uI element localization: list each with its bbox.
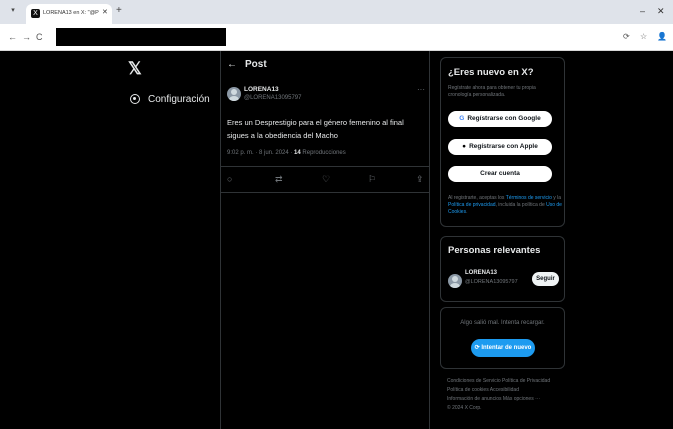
- right-sidebar: ¿Eres nuevo en X? Regístrate ahora para …: [440, 51, 673, 429]
- signup-apple-button[interactable]: ● Regístrarse con Apple: [448, 139, 552, 155]
- footer-line[interactable]: Política de cookies Accesibilidad: [447, 386, 563, 395]
- browser-tab[interactable]: X LORENA13 en X: "@PRamirez- ✕: [26, 4, 112, 24]
- divider: [221, 192, 429, 193]
- retry-label: Intentar de nuevo: [481, 345, 532, 351]
- address-bar-row: ← → C ⟳ ☆ 👤: [0, 24, 673, 51]
- signup-card: ¿Eres nuevo en X? Regístrate ahora para …: [440, 57, 565, 227]
- google-icon: G: [459, 115, 465, 122]
- share-icon[interactable]: ⇪: [416, 174, 424, 184]
- post-meta: 9:02 p. m. · 8 jun. 2024 · 14 Reproducci…: [227, 150, 346, 156]
- post-header: ← Post: [221, 59, 429, 73]
- author-name[interactable]: LORENA13: [244, 86, 279, 93]
- author-handle[interactable]: @LORENA13095797: [244, 95, 301, 101]
- like-icon[interactable]: ♡: [322, 174, 330, 184]
- terms-text: .: [466, 209, 468, 215]
- bookmark-star-icon[interactable]: ☆: [640, 32, 647, 42]
- x-favicon-icon: X: [31, 9, 40, 18]
- gear-icon: [130, 94, 140, 104]
- retry-button[interactable]: ⟳ Intentar de nuevo: [471, 339, 535, 357]
- footer-links: Condiciones de Servicio Política de Priv…: [447, 377, 563, 413]
- apple-icon: ●: [462, 143, 467, 150]
- copyright: © 2024 X Corp.: [447, 405, 482, 411]
- signup-terms: Al registrarte, aceptas los Términos de …: [448, 195, 562, 216]
- tab-close-icon[interactable]: ✕: [102, 8, 108, 18]
- browser-tab-bar: ▾ X LORENA13 en X: "@PRamirez- ✕ + – ✕: [0, 0, 673, 24]
- create-account-button[interactable]: Crear cuenta: [448, 166, 552, 182]
- window-close-button[interactable]: ✕: [657, 6, 665, 16]
- post-actions: ○ ⇄ ♡ ⚐ ⇪: [221, 170, 429, 188]
- repost-icon[interactable]: ⇄: [275, 174, 283, 184]
- nav-item-label: Configuración: [148, 93, 210, 105]
- views-count: 14: [294, 150, 301, 156]
- reload-button[interactable]: C: [36, 32, 43, 42]
- error-message: Algo salió mal. Intenta recargar.: [460, 320, 545, 326]
- post-text: Eres un Desprestigio para el género feme…: [227, 118, 404, 140]
- nav-item-configuracion[interactable]: Configuración: [130, 92, 210, 106]
- avatar[interactable]: [227, 87, 241, 101]
- divider: [221, 166, 429, 167]
- terms-text: , incluida la política de: [495, 202, 547, 208]
- bookmark-icon[interactable]: ⚐: [368, 174, 376, 184]
- tab-search-icon[interactable]: ▾: [8, 6, 18, 16]
- reply-icon[interactable]: ○: [227, 174, 232, 184]
- new-tab-button[interactable]: +: [116, 6, 122, 16]
- views-label: Reproducciones: [300, 150, 346, 156]
- terms-text: y la: [551, 195, 562, 201]
- x-logo-icon[interactable]: 𝕏: [128, 59, 142, 79]
- profile-icon[interactable]: 👤: [657, 32, 667, 42]
- signup-subtitle: Regístrate ahora para obtener tu propia …: [448, 85, 536, 98]
- footer-line[interactable]: Información de anuncios Más opciones ···: [447, 395, 563, 404]
- url-input-redacted[interactable]: [56, 28, 226, 46]
- left-nav: 𝕏 Configuración: [0, 51, 220, 429]
- post-timestamp[interactable]: 9:02 p. m. · 8 jun. 2024 ·: [227, 150, 294, 156]
- privacy-link[interactable]: Política de privacidad: [448, 202, 496, 208]
- minimize-button[interactable]: –: [640, 6, 645, 16]
- error-card: Algo salió mal. Intenta recargar. ⟳ Inte…: [440, 307, 565, 369]
- terms-link[interactable]: Términos de servicio: [506, 195, 552, 201]
- terms-text: Al registrarte, aceptas los: [448, 195, 506, 201]
- more-options-icon[interactable]: ···: [417, 85, 425, 94]
- google-button-label: Regístrarse con Google: [467, 115, 541, 122]
- post-column: ← Post LORENA13 @LORENA13095797 ··· Eres…: [220, 51, 430, 429]
- person-handle[interactable]: @LORENA13095797: [465, 279, 518, 285]
- follow-button[interactable]: Seguir: [532, 272, 559, 286]
- back-button[interactable]: ←: [8, 32, 17, 42]
- page-title: Post: [245, 59, 267, 70]
- people-title: Personas relevantes: [448, 245, 541, 256]
- back-arrow-icon[interactable]: ←: [227, 59, 237, 71]
- avatar[interactable]: [448, 274, 462, 288]
- tab-title: LORENA13 en X: "@PRamirez-: [43, 10, 99, 16]
- forward-button[interactable]: →: [22, 32, 31, 42]
- extension-icon[interactable]: ⟳: [623, 32, 630, 42]
- apple-button-label: Regístrarse con Apple: [469, 143, 538, 150]
- x-page: 𝕏 Configuración ← Post LORENA13 @LORENA1…: [0, 51, 673, 429]
- signup-title: ¿Eres nuevo en X?: [448, 67, 534, 78]
- footer-line[interactable]: Condiciones de Servicio Política de Priv…: [447, 377, 563, 386]
- person-name[interactable]: LORENA13: [465, 270, 497, 276]
- signup-google-button[interactable]: G Regístrarse con Google: [448, 111, 552, 127]
- relevant-people-card: Personas relevantes LORENA13 @LORENA1309…: [440, 236, 565, 302]
